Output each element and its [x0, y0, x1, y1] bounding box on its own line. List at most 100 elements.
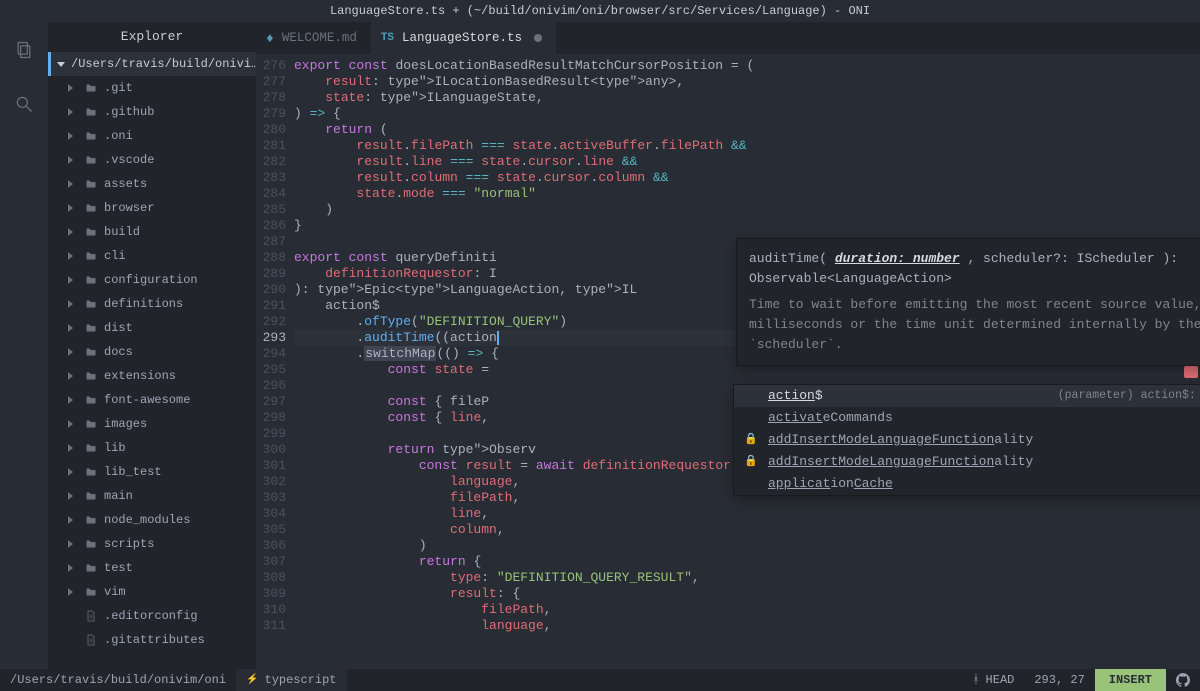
completion-item[interactable]: 🔒addInsertModeLanguageFunctionality	[734, 451, 1200, 473]
status-git-branch[interactable]: ᚼ HEAD	[962, 669, 1024, 691]
scrollbar-error-marker[interactable]	[1184, 366, 1198, 378]
explorer-icon[interactable]	[14, 40, 34, 64]
folder-icon	[84, 225, 98, 239]
line-number: 306	[256, 538, 294, 554]
tree-folder[interactable]: cli	[48, 244, 256, 268]
completion-item[interactable]: activateCommands	[734, 407, 1200, 429]
code-line[interactable]: result: {	[294, 586, 1200, 602]
tree-folder[interactable]: browser	[48, 196, 256, 220]
tree-folder[interactable]: node_modules	[48, 508, 256, 532]
folder-icon	[84, 177, 98, 191]
tree-folder[interactable]: docs	[48, 340, 256, 364]
line-number: 276	[256, 58, 294, 74]
tree-root[interactable]: /Users/travis/build/onivi…	[48, 52, 256, 76]
tree-folder[interactable]: .oni	[48, 124, 256, 148]
code-line[interactable]: ) => {	[294, 106, 1200, 122]
code-line[interactable]: state: type">ILanguageState,	[294, 90, 1200, 106]
code-line[interactable]: result.line === state.cursor.line &&	[294, 154, 1200, 170]
tree-folder[interactable]: .github	[48, 100, 256, 124]
completion-item[interactable]: action$(parameter) action$: ActionsObser…	[734, 385, 1200, 407]
line-number: 286	[256, 218, 294, 234]
tree-folder[interactable]: configuration	[48, 268, 256, 292]
chevron-right-icon	[68, 180, 78, 188]
folder-icon	[84, 105, 98, 119]
code-editor[interactable]: 2762772782792802812822832842852862872882…	[256, 54, 1200, 669]
status-cursor-position[interactable]: 293, 27	[1024, 669, 1094, 691]
tree-folder[interactable]: definitions	[48, 292, 256, 316]
tab-languagestore-ts[interactable]: TSLanguageStore.ts	[371, 22, 556, 54]
completion-label: addInsertModeLanguageFunctionality	[768, 432, 1033, 448]
tree-folder[interactable]: dist	[48, 316, 256, 340]
code-line[interactable]: state.mode === "normal"	[294, 186, 1200, 202]
tree-folder[interactable]: .git	[48, 76, 256, 100]
tree-folder[interactable]: lib_test	[48, 460, 256, 484]
tree-folder[interactable]: font-awesome	[48, 388, 256, 412]
chevron-right-icon	[68, 588, 78, 596]
tree-folder[interactable]: build	[48, 220, 256, 244]
status-language[interactable]: typescript	[236, 669, 346, 691]
tree-folder[interactable]: assets	[48, 172, 256, 196]
folder-icon	[84, 441, 98, 455]
line-number: 297	[256, 394, 294, 410]
folder-icon	[84, 273, 98, 287]
code-line[interactable]: result: type">ILocationBasedResult<type"…	[294, 74, 1200, 90]
line-number: 281	[256, 138, 294, 154]
code-line[interactable]: return (	[294, 122, 1200, 138]
chevron-right-icon	[68, 468, 78, 476]
folder-icon	[84, 561, 98, 575]
line-number: 283	[256, 170, 294, 186]
tree-folder[interactable]: images	[48, 412, 256, 436]
line-number: 310	[256, 602, 294, 618]
tree-folder[interactable]: main	[48, 484, 256, 508]
status-workspace-path[interactable]: /Users/travis/build/onivim/oni	[0, 669, 236, 691]
code-line[interactable]: export const doesLocationBasedResultMatc…	[294, 58, 1200, 74]
tree-file[interactable]: .gitattributes	[48, 628, 256, 652]
line-number: 300	[256, 442, 294, 458]
code-line[interactable]: language,	[294, 618, 1200, 634]
code-line[interactable]: )	[294, 538, 1200, 554]
code-line[interactable]: type: "DEFINITION_QUERY_RESULT",	[294, 570, 1200, 586]
code-line[interactable]: )	[294, 202, 1200, 218]
tree-item-label: .github	[104, 105, 154, 119]
folder-icon	[84, 153, 98, 167]
completion-item[interactable]: 🔒addInsertModeLanguageFunctionality	[734, 429, 1200, 451]
editor-area: ♦WELCOME.mdTSLanguageStore.ts 2762772782…	[256, 22, 1200, 669]
tree-item-label: vim	[104, 585, 126, 599]
tree-folder[interactable]: scripts	[48, 532, 256, 556]
line-number: 289	[256, 266, 294, 282]
code-line[interactable]: return {	[294, 554, 1200, 570]
completion-item[interactable]: applicationCache	[734, 473, 1200, 495]
tree-item-label: build	[104, 225, 140, 239]
code-line[interactable]: line,	[294, 506, 1200, 522]
chevron-right-icon	[68, 132, 78, 140]
folder-icon	[84, 585, 98, 599]
tree-file[interactable]: .editorconfig	[48, 604, 256, 628]
line-number: 307	[256, 554, 294, 570]
tree-folder[interactable]: vim	[48, 580, 256, 604]
code-line[interactable]: }	[294, 218, 1200, 234]
folder-icon	[84, 393, 98, 407]
tree-item-label: node_modules	[104, 513, 190, 527]
chevron-right-icon	[68, 564, 78, 572]
tree-item-label: .git	[104, 81, 133, 95]
line-number: 291	[256, 298, 294, 314]
tree-item-label: test	[104, 561, 133, 575]
code-line[interactable]: result.column === state.cursor.column &&	[294, 170, 1200, 186]
line-number: 304	[256, 506, 294, 522]
tree-folder[interactable]: .vscode	[48, 148, 256, 172]
code-line[interactable]: filePath,	[294, 602, 1200, 618]
dirty-indicator	[534, 34, 542, 42]
tree-folder[interactable]: lib	[48, 436, 256, 460]
completion-kind-icon: 🔒	[744, 454, 758, 470]
search-icon[interactable]	[14, 94, 34, 118]
code-line[interactable]: column,	[294, 522, 1200, 538]
github-icon[interactable]	[1166, 669, 1200, 691]
folder-icon	[84, 513, 98, 527]
tab-welcome-md[interactable]: ♦WELCOME.md	[256, 22, 371, 54]
code-line[interactable]: result.filePath === state.activeBuffer.f…	[294, 138, 1200, 154]
tree-folder[interactable]: test	[48, 556, 256, 580]
line-number: 278	[256, 90, 294, 106]
line-number: 280	[256, 122, 294, 138]
completion-popup[interactable]: action$(parameter) action$: ActionsObser…	[733, 384, 1200, 496]
tree-folder[interactable]: extensions	[48, 364, 256, 388]
